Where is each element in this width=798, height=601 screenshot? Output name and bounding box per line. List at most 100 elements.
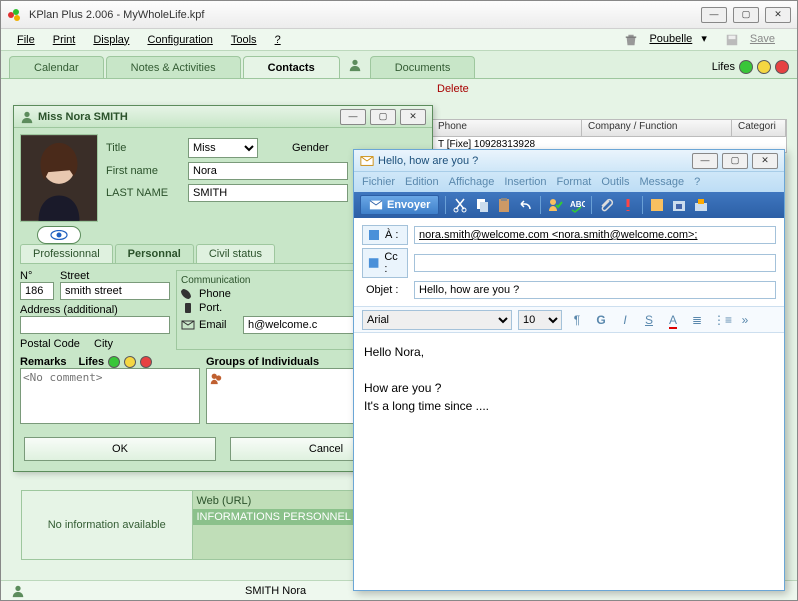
life-red-icon[interactable]	[140, 356, 152, 368]
life-green-icon[interactable]	[739, 60, 753, 74]
menu-help[interactable]: ?	[269, 32, 287, 48]
trash-icon	[624, 33, 638, 47]
dlg-maximize[interactable]: ▢	[370, 109, 396, 125]
dialog-title: Miss Nora SMITH	[38, 111, 340, 123]
more-button[interactable]: »	[736, 311, 754, 329]
title-select[interactable]: Miss	[188, 138, 258, 158]
numbered-list-button[interactable]: ≣	[688, 311, 706, 329]
mail-minimize[interactable]: —	[692, 153, 718, 169]
mail-menu-fichier[interactable]: Fichier	[362, 176, 395, 188]
life-yellow-icon[interactable]	[757, 60, 771, 74]
menu-file[interactable]: File	[11, 32, 41, 48]
addr2-input[interactable]	[20, 316, 170, 334]
street-label: Street	[60, 270, 170, 282]
life-green-icon[interactable]	[108, 356, 120, 368]
send-button[interactable]: Envoyer	[360, 195, 439, 215]
status-name: SMITH Nora	[245, 585, 306, 597]
bullet-list-button[interactable]: ⋮≡	[712, 311, 730, 329]
tab-notes[interactable]: Notes & Activities	[106, 56, 241, 78]
minimize-button[interactable]: —	[701, 7, 727, 23]
menu-display[interactable]: Display	[87, 32, 135, 48]
sign-icon[interactable]	[649, 197, 665, 213]
subject-input[interactable]	[414, 281, 776, 299]
mail-menubar: Fichier Edition Affichage Insertion Form…	[354, 172, 784, 192]
main-tabs: Calendar Notes & Activities Contacts Doc…	[1, 51, 797, 79]
save-button[interactable]: Save	[719, 31, 787, 49]
menu-print[interactable]: Print	[47, 32, 82, 48]
person-icon	[11, 584, 25, 598]
mail-maximize[interactable]: ▢	[722, 153, 748, 169]
life-yellow-icon[interactable]	[124, 356, 136, 368]
body-line-3: It's a long time since ....	[364, 397, 774, 415]
tab-contacts[interactable]: Contacts	[243, 56, 340, 78]
remarks-label: Remarks	[20, 356, 66, 368]
body-line-1: Hello Nora,	[364, 343, 774, 361]
mail-menu-edition[interactable]: Edition	[405, 176, 439, 188]
dlg-minimize[interactable]: —	[340, 109, 366, 125]
paste-icon[interactable]	[496, 197, 512, 213]
close-button[interactable]: ✕	[765, 7, 791, 23]
to-button[interactable]: À :	[362, 225, 408, 245]
subtab-civil[interactable]: Civil status	[196, 244, 275, 263]
menu-tools[interactable]: Tools	[225, 32, 263, 48]
mail-menu-format[interactable]: Format	[557, 176, 592, 188]
mail-menu-message[interactable]: Message	[640, 176, 685, 188]
mail-menu-affichage[interactable]: Affichage	[449, 176, 495, 188]
paragraph-button[interactable]: ¶	[568, 311, 586, 329]
copy-icon[interactable]	[474, 197, 490, 213]
mail-menu-outils[interactable]: Outils	[601, 176, 629, 188]
mail-body[interactable]: Hello Nora, How are you ? It's a long ti…	[354, 333, 784, 425]
bold-button[interactable]: G	[592, 311, 610, 329]
view-photo-button[interactable]	[37, 226, 81, 244]
check-names-icon[interactable]	[547, 197, 563, 213]
tab-documents[interactable]: Documents	[370, 56, 476, 78]
mail-menu-insertion[interactable]: Insertion	[504, 176, 546, 188]
subtab-personal[interactable]: Personnal	[115, 244, 194, 263]
italic-button[interactable]: I	[616, 311, 634, 329]
size-select[interactable]: 10	[518, 310, 562, 330]
remarks-textarea[interactable]	[20, 368, 200, 424]
lastname-input[interactable]	[188, 184, 348, 202]
number-input[interactable]	[20, 282, 54, 300]
dlg-close[interactable]: ✕	[400, 109, 426, 125]
delete-link[interactable]: Delete	[437, 83, 469, 95]
cc-button[interactable]: Cc :	[362, 248, 408, 278]
phone-icon	[181, 288, 195, 300]
number-label: N°	[20, 270, 56, 282]
contact-photo[interactable]	[20, 134, 98, 222]
mail-menu-help[interactable]: ?	[694, 176, 700, 188]
life-red-icon[interactable]	[775, 60, 789, 74]
col-company[interactable]: Company / Function	[582, 120, 732, 136]
poubelle-button[interactable]: Poubelle ▾	[618, 30, 712, 48]
street-input[interactable]	[60, 282, 170, 300]
mail-icon	[360, 154, 374, 168]
app-window: KPlan Plus 2.006 - MyWholeLife.kpf — ▢ ✕…	[0, 0, 798, 601]
subtab-professional[interactable]: Professionnal	[20, 244, 113, 263]
undo-icon[interactable]	[518, 197, 534, 213]
contacts-table: Phone Company / Function Categori T [Fix…	[431, 119, 787, 153]
tab-calendar[interactable]: Calendar	[9, 56, 104, 78]
cc-input[interactable]	[414, 254, 776, 272]
priority-icon[interactable]	[620, 197, 636, 213]
menubar: File Print Display Configuration Tools ?…	[1, 29, 797, 51]
cut-icon[interactable]	[452, 197, 468, 213]
spellcheck-icon[interactable]: ABC	[569, 197, 585, 213]
font-select[interactable]: Arial	[362, 310, 512, 330]
col-phone[interactable]: Phone	[432, 120, 582, 136]
firstname-input[interactable]	[188, 162, 348, 180]
maximize-button[interactable]: ▢	[733, 7, 759, 23]
offline-icon[interactable]	[693, 197, 709, 213]
info-header: INFORMATIONS PERSONNEL	[193, 509, 371, 525]
ok-button[interactable]: OK	[24, 437, 216, 461]
subject-label: Objet :	[362, 282, 408, 298]
underline-button[interactable]: S	[640, 311, 658, 329]
encrypt-icon[interactable]	[671, 197, 687, 213]
col-category[interactable]: Categori	[732, 120, 786, 136]
eye-icon	[50, 230, 68, 240]
email-icon	[181, 319, 195, 331]
mail-close[interactable]: ✕	[752, 153, 778, 169]
color-button[interactable]: A	[664, 311, 682, 329]
menu-config[interactable]: Configuration	[141, 32, 218, 48]
to-input[interactable]	[414, 226, 776, 244]
attach-icon[interactable]	[598, 197, 614, 213]
